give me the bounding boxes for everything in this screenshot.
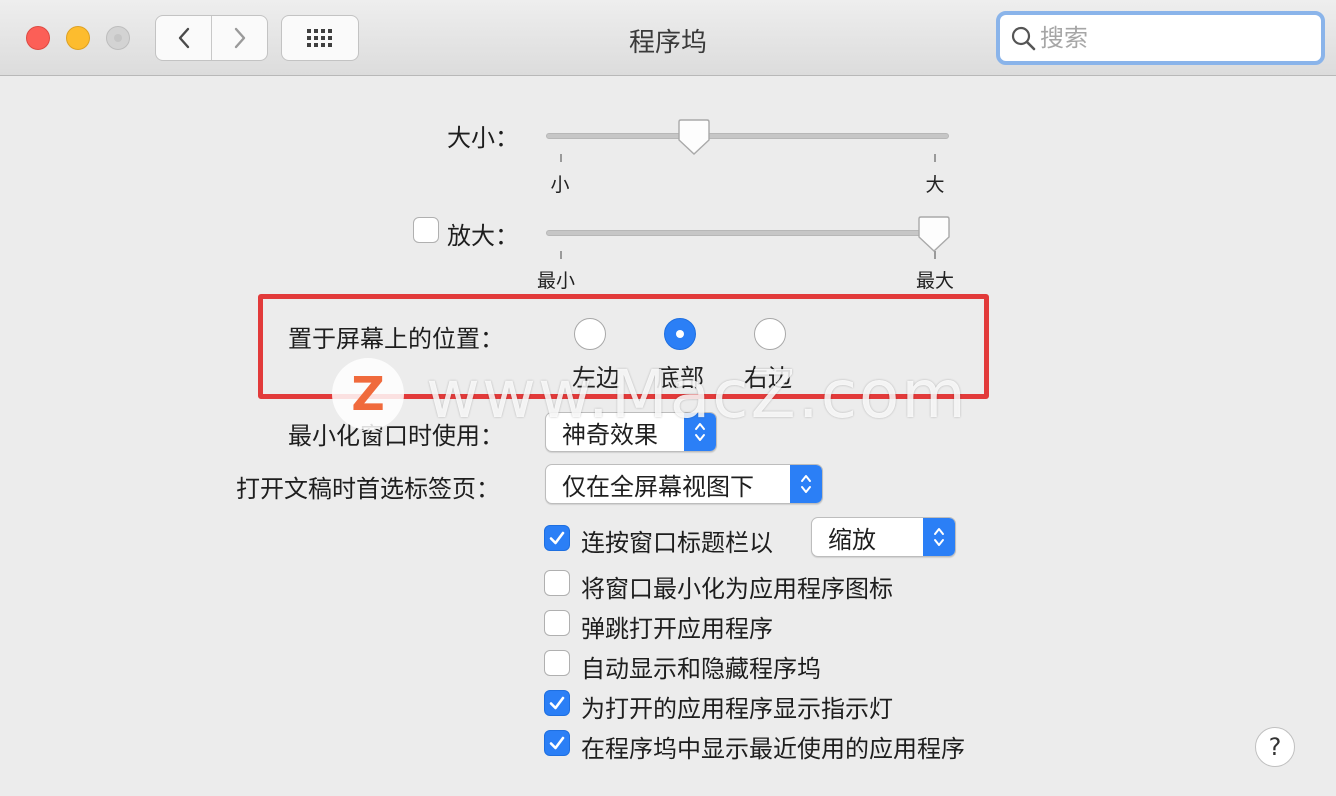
search-icon [1011,26,1036,51]
watermark-logo: Z [332,358,404,430]
minimize-into-app-icon-checkbox[interactable] [544,570,570,596]
size-min-label: 小 [550,174,570,196]
forward-button[interactable] [211,16,267,60]
minimize-into-app-icon-label: 将窗口最小化为应用程序图标 [581,575,893,603]
double-click-checkbox[interactable] [544,525,570,551]
autohide-dock-label: 自动显示和隐藏程序坞 [581,655,821,683]
search-field[interactable] [996,11,1325,65]
grid-icon [307,29,332,47]
double-click-action-popup[interactable]: 缩放 [811,517,956,557]
navigation-buttons [155,15,268,61]
show-indicators-label: 为打开的应用程序显示指示灯 [581,695,893,723]
checkmark-icon [549,696,565,710]
back-button[interactable] [156,16,211,60]
toolbar: 程序坞 [0,0,1336,76]
magnification-max-label: 最大 [915,270,954,292]
zoom-window-button[interactable] [106,26,130,50]
open-docs-label: 打开文稿时首选标签页： [236,475,500,503]
minimize-window-button[interactable] [66,26,90,50]
animate-opening-apps-label: 弹跳打开应用程序 [581,615,773,643]
checkmark-icon [549,736,565,750]
double-click-label: 连按窗口标题栏以 [581,529,773,557]
chevron-left-icon [178,27,189,49]
size-max-label: 大 [925,174,945,196]
up-down-arrows-icon [923,518,955,556]
magnification-slider-track[interactable] [546,230,949,236]
show-recent-apps-checkbox[interactable] [544,730,570,756]
size-slider-thumb[interactable] [677,118,711,156]
watermark-text: www.MacZ.com [426,356,968,433]
magnification-min-label: 最小 [536,270,575,292]
up-down-arrows-icon [790,465,822,503]
animate-opening-apps-checkbox[interactable] [544,610,570,636]
magnification-min-tick [560,251,562,259]
show-recent-apps-label: 在程序坞中显示最近使用的应用程序 [581,735,965,763]
close-window-button[interactable] [26,26,50,50]
magnification-checkbox[interactable] [413,217,439,243]
chevron-right-icon [234,27,245,49]
size-slider-track[interactable] [546,133,949,139]
size-max-tick [934,154,936,162]
size-label: 大小： [447,124,519,152]
autohide-dock-checkbox[interactable] [544,650,570,676]
magnification-max-tick [934,251,936,259]
help-button[interactable]: ? [1255,727,1295,767]
double-click-action-value: 缩放 [828,525,876,554]
open-docs-popup[interactable]: 仅在全屏幕视图下 [545,464,823,504]
size-min-tick [560,154,562,162]
show-all-button[interactable] [281,15,359,61]
search-input[interactable] [1040,24,1300,52]
magnification-slider-thumb[interactable] [917,215,951,253]
magnification-label: 放大： [447,222,519,250]
checkmark-icon [549,531,565,545]
open-docs-value: 仅在全屏幕视图下 [562,472,754,501]
show-indicators-checkbox[interactable] [544,690,570,716]
